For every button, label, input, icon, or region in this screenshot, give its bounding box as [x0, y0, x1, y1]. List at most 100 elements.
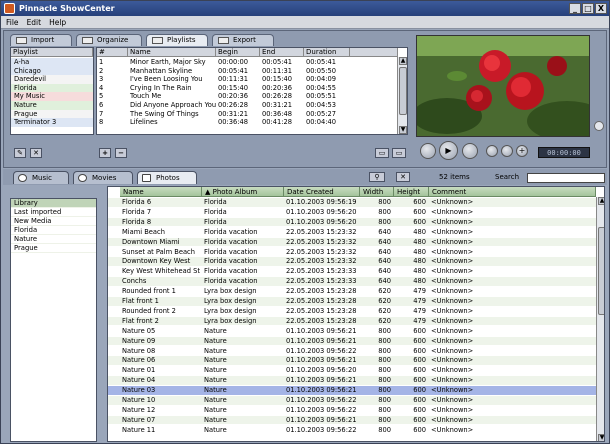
library-item[interactable]: Florida: [11, 226, 96, 235]
move-up-button[interactable]: ▭: [375, 148, 389, 158]
stop-button[interactable]: [462, 143, 478, 159]
table-cell: 479: [413, 316, 426, 325]
table-row[interactable]: Miami Beach Florida vacation 22.05.2003 15…: [108, 228, 596, 237]
tracks-scrollbar[interactable]: ▲ ▼: [397, 57, 407, 134]
table-cell: Nature: [204, 366, 227, 375]
playlist-item[interactable]: Nature: [11, 101, 93, 110]
track-row[interactable]: 2 Manhattan Skyline 00:05:41 00:11:31 00:05:…: [97, 67, 397, 76]
table-row[interactable]: Key West Whitehead St Florida vacation 22.…: [108, 267, 596, 276]
remove-track-button[interactable]: −: [115, 148, 127, 158]
playlist-header[interactable]: Playlist: [11, 48, 93, 57]
panel-toggle-icon[interactable]: [594, 121, 604, 131]
rewind-button[interactable]: [486, 145, 498, 157]
table-cell: 640: [378, 237, 391, 246]
track-row[interactable]: 4 Crying In The Rain 00:15:40 00:20:36 00:04…: [97, 84, 397, 93]
track-row[interactable]: 7 The Swing Of Things 00:31:21 00:36:48 00:0…: [97, 110, 397, 119]
tab-playlists[interactable]: Playlists: [146, 34, 208, 46]
table-row[interactable]: Flat front 1 Lyra box design 22.05.2003 15…: [108, 297, 596, 306]
tab-movies[interactable]: Movies: [73, 171, 133, 184]
table-row[interactable]: Nature 01 Nature 01.10.2003 09:56:20 800 600…: [108, 366, 596, 375]
playlist-item[interactable]: Chicago: [11, 66, 93, 76]
playlist-item[interactable]: Florida: [11, 83, 93, 93]
table-row[interactable]: Nature 06 Nature 01.10.2003 09:56:21 800 600…: [108, 356, 596, 365]
table-row[interactable]: Nature 11 Nature 01.10.2003 09:56:22 800 600…: [108, 426, 596, 435]
col-name[interactable]: Name: [128, 48, 216, 57]
col-height[interactable]: Height: [394, 187, 429, 197]
library-item[interactable]: Last imported: [11, 208, 96, 217]
scroll-thumb[interactable]: [399, 67, 407, 115]
library-item[interactable]: Library: [11, 199, 96, 208]
grid-scrollbar[interactable]: ▲ ▼: [596, 197, 604, 441]
edit-playlist-button[interactable]: ✎: [14, 148, 26, 158]
scroll-thumb[interactable]: [598, 227, 604, 315]
delete-playlist-button[interactable]: ✕: [30, 148, 42, 158]
scroll-up-icon[interactable]: ▲: [598, 197, 604, 205]
menu-edit[interactable]: Edit: [27, 16, 42, 28]
table-row[interactable]: Nature 04 Nature 01.10.2003 09:56:21 800 600…: [108, 376, 596, 385]
find-button[interactable]: ⚲: [369, 172, 385, 182]
table-row[interactable]: Florida 7 Florida 01.10.2003 09:56:20 800 60…: [108, 208, 596, 217]
library-item[interactable]: New Media: [11, 217, 96, 226]
col-photo-album[interactable]: ▲ Photo Album: [202, 187, 284, 197]
track-row[interactable]: 5 Touch Me 00:20:36 00:26:28 00:05:51: [97, 92, 397, 101]
search-input[interactable]: [527, 173, 605, 183]
table-row[interactable]: Nature 09 Nature 01.10.2003 09:56:21 800 600…: [108, 336, 596, 346]
table-row[interactable]: Florida 6 Florida 01.10.2003 09:56:19 800 60…: [108, 198, 596, 207]
col-comment[interactable]: Comment: [429, 187, 596, 197]
move-down-button[interactable]: ▭: [392, 148, 406, 158]
menu-file[interactable]: File: [6, 16, 19, 28]
table-row[interactable]: Nature 12 Nature 01.10.2003 09:56:22 800 600…: [108, 406, 596, 415]
add-track-button[interactable]: +: [99, 148, 111, 158]
playlist-item[interactable]: Terminator 3: [11, 118, 93, 127]
tab-import[interactable]: Import: [10, 34, 72, 46]
table-row[interactable]: Nature 03 Nature 01.10.2003 09:56:21 800 600…: [108, 386, 596, 395]
table-row[interactable]: Downtown Miami Florida vacation 22.05.2003…: [108, 237, 596, 247]
table-row[interactable]: Rounded front 2 Lyra box design 22.05.2003…: [108, 307, 596, 316]
play-button[interactable]: ▶: [439, 141, 458, 160]
table-cell: 22.05.2003 15:23:32: [286, 257, 357, 266]
col-duration[interactable]: Duration: [304, 48, 350, 57]
playlist-item[interactable]: Prague: [11, 109, 93, 119]
table-row[interactable]: Sunset at Palm Beach Florida vacation 22.0…: [108, 248, 596, 257]
table-row[interactable]: Downtown Key West Florida vacation 22.05.2…: [108, 257, 596, 266]
previous-button[interactable]: [420, 143, 436, 159]
table-cell: Lyra box design: [204, 316, 257, 325]
table-row[interactable]: Rounded front 1 Lyra box design 22.05.2003…: [108, 287, 596, 296]
scroll-down-icon[interactable]: ▼: [598, 434, 604, 441]
col-name[interactable]: Name: [120, 187, 202, 197]
playlist-item[interactable]: My Music: [11, 92, 93, 101]
track-row[interactable]: 8 Lifelines 00:36:48 00:41:28 00:04:40: [97, 118, 397, 127]
table-row[interactable]: Nature 08 Nature 01.10.2003 09:56:22 800 600…: [108, 347, 596, 356]
table-row[interactable]: Flat front 2 Lyra box design 22.05.2003 15…: [108, 316, 596, 326]
tab-photos[interactable]: Photos: [137, 171, 197, 184]
minimize-button[interactable]: _: [569, 3, 581, 14]
tab-export[interactable]: Export: [212, 34, 274, 46]
library-item[interactable]: Nature: [11, 235, 96, 244]
table-row[interactable]: Nature 07 Nature 01.10.2003 09:56:21 800 600…: [108, 415, 596, 425]
menu-help[interactable]: Help: [49, 16, 66, 28]
table-row[interactable]: Conchs Florida vacation 22.05.2003 15:23:3…: [108, 277, 596, 286]
playlist-item[interactable]: Daredevil: [11, 75, 93, 84]
tab-organize[interactable]: Organize: [76, 34, 142, 46]
col-date-created[interactable]: Date Created: [284, 187, 360, 197]
table-row[interactable]: Nature 10 Nature 01.10.2003 09:56:22 800 600…: [108, 396, 596, 405]
track-row[interactable]: 1 Minor Earth, Major Sky 00:00:00 00:05:41 0…: [97, 58, 397, 67]
table-row[interactable]: Florida 8 Florida 01.10.2003 09:56:20 800 60…: [108, 217, 596, 227]
track-row[interactable]: 6 Did Anyone Approach You 00:26:28 00:31:21…: [97, 101, 397, 110]
tab-music[interactable]: Music: [13, 171, 69, 184]
playlist-item[interactable]: A-ha: [11, 58, 93, 67]
volume-up-button[interactable]: +: [516, 145, 528, 157]
col-number[interactable]: #: [97, 48, 128, 57]
library-item[interactable]: Prague: [11, 244, 96, 253]
maximize-button[interactable]: □: [582, 3, 594, 14]
col-width[interactable]: Width: [360, 187, 394, 197]
track-row[interactable]: 3 I've Been Loosing You 00:11:31 00:15:40 00…: [97, 75, 397, 84]
forward-button[interactable]: [501, 145, 513, 157]
col-end[interactable]: End: [260, 48, 304, 57]
scroll-up-icon[interactable]: ▲: [399, 57, 407, 65]
table-row[interactable]: Nature 05 Nature 01.10.2003 09:56:21 800 600…: [108, 327, 596, 336]
scroll-down-icon[interactable]: ▼: [399, 126, 407, 134]
close-button[interactable]: X: [595, 3, 607, 14]
clear-button[interactable]: ✕: [396, 172, 410, 182]
col-begin[interactable]: Begin: [216, 48, 260, 57]
